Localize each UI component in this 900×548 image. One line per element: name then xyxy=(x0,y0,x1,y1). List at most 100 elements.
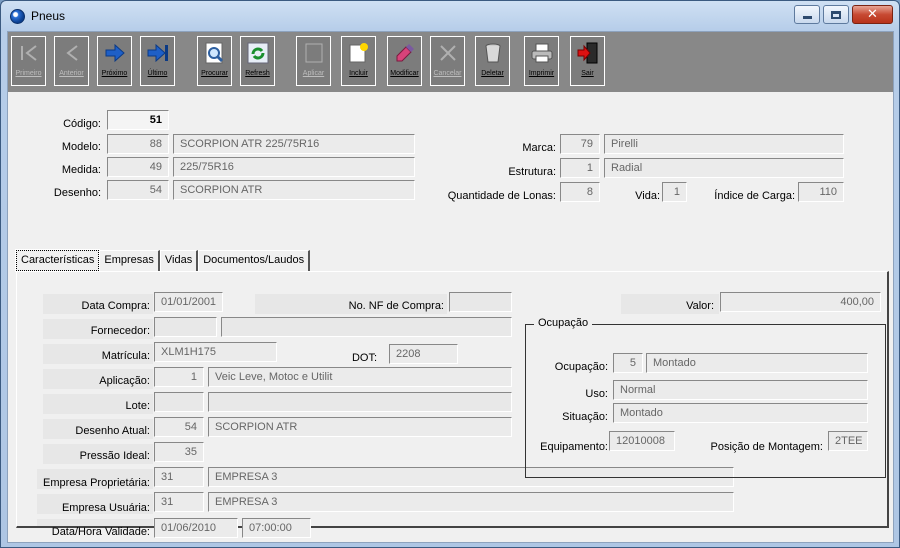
toolbar-button-incluir[interactable]: Incluir xyxy=(341,36,376,86)
uso-label: Uso: xyxy=(585,388,608,400)
toolbar-button-refresh[interactable]: Refresh xyxy=(240,36,275,86)
toolbar-button-sair[interactable]: Sair xyxy=(570,36,605,86)
toolbar-button-primeiro[interactable]: Primeiro xyxy=(11,36,46,86)
close-icon: ✕ xyxy=(867,7,878,22)
data-compra-field[interactable]: 01/01/2001 xyxy=(154,292,223,312)
marca-code-field[interactable]: 79 xyxy=(560,134,600,154)
marca-label: Marca: xyxy=(522,142,556,154)
equipamento-field[interactable]: 12010008 xyxy=(609,431,675,451)
uso-field[interactable]: Normal xyxy=(613,380,868,400)
lote-name-field[interactable] xyxy=(208,392,512,412)
toolbar-button-imprimir[interactable]: Imprimir xyxy=(524,36,559,86)
dot-label: DOT: xyxy=(351,352,377,364)
toolbar-label: Modificar xyxy=(390,70,419,77)
vida-field[interactable]: 1 xyxy=(662,182,687,202)
toolbar-button-procurar[interactable]: Procurar xyxy=(197,36,232,86)
valor-label: Valor: xyxy=(686,300,714,312)
maximize-button[interactable] xyxy=(823,5,849,24)
toolbar-label: Imprimir xyxy=(528,70,555,77)
toolbar-button-ultimo[interactable]: Último xyxy=(140,36,175,86)
toolbar-button-cancelar[interactable]: Cancelar xyxy=(430,36,465,86)
desenho-atual-label: Desenho Atual: xyxy=(75,425,150,437)
toolbar: Primeiro Anterior Próximo Último Procura… xyxy=(8,32,893,92)
toolbar-button-proximo[interactable]: Próximo xyxy=(97,36,132,86)
desenho-name-field[interactable]: SCORPION ATR xyxy=(173,180,415,200)
form-panel: Código: 51 Modelo: 88 SCORPION ATR 225/7… xyxy=(11,100,890,538)
trash-icon xyxy=(482,42,504,64)
toolbar-label: Procurar xyxy=(201,70,228,77)
aplicacao-name-field[interactable]: Veic Leve, Motoc e Utilit xyxy=(208,367,512,387)
close-button[interactable]: ✕ xyxy=(852,5,893,24)
empresa-usuaria-code-field[interactable]: 31 xyxy=(154,492,204,512)
posicao-montagem-field[interactable]: 2TEE xyxy=(828,431,868,451)
medida-code-field[interactable]: 49 xyxy=(107,157,169,177)
empresa-proprietaria-code-field[interactable]: 31 xyxy=(154,467,204,487)
posicao-montagem-label: Posição de Montagem: xyxy=(710,441,823,453)
ocupacao-name-field[interactable]: Montado xyxy=(646,353,868,373)
aplicacao-code-field[interactable]: 1 xyxy=(154,367,204,387)
printer-icon xyxy=(531,42,553,64)
app-icon xyxy=(10,9,25,24)
minimize-button[interactable] xyxy=(794,5,820,24)
refresh-icon xyxy=(247,42,269,64)
client-area: Primeiro Anterior Próximo Último Procura… xyxy=(7,31,894,543)
toolbar-button-deletar[interactable]: Deletar xyxy=(475,36,510,86)
marca-name-field[interactable]: Pirelli xyxy=(604,134,844,154)
next-record-icon xyxy=(104,42,126,64)
quantidade-lonas-field[interactable]: 8 xyxy=(560,182,600,202)
exit-icon xyxy=(577,42,599,64)
desenho-atual-code-field[interactable]: 54 xyxy=(154,417,204,437)
medida-label: Medida: xyxy=(61,164,101,176)
codigo-label: Código: xyxy=(63,118,101,130)
vida-label: Vida: xyxy=(635,190,660,202)
modelo-code-field[interactable]: 88 xyxy=(107,134,169,154)
estrutura-label: Estrutura: xyxy=(508,166,556,178)
dot-field[interactable]: 2208 xyxy=(389,344,458,364)
tab-vidas[interactable]: Vidas xyxy=(159,250,199,271)
tab-documentos-laudos[interactable]: Documentos/Laudos xyxy=(198,250,311,271)
window-title: Pneus xyxy=(31,9,66,23)
lote-code-field[interactable] xyxy=(154,392,204,412)
pneus-window: Pneus ✕ Primeiro Anterior Próximo Último xyxy=(0,0,900,548)
fornecedor-name-field[interactable] xyxy=(221,317,512,337)
situacao-field[interactable]: Montado xyxy=(613,403,868,423)
title-bar[interactable]: Pneus ✕ xyxy=(1,1,899,31)
equipamento-label: Equipamento: xyxy=(540,441,608,453)
valor-field[interactable]: 400,00 xyxy=(720,292,881,312)
codigo-field[interactable]: 51 xyxy=(107,110,169,130)
estrutura-code-field[interactable]: 1 xyxy=(560,158,600,178)
situacao-label: Situação: xyxy=(562,411,608,423)
toolbar-button-modificar[interactable]: Modificar xyxy=(387,36,422,86)
desenho-atual-name-field[interactable]: SCORPION ATR xyxy=(208,417,512,437)
toolbar-label: Cancelar xyxy=(433,70,462,77)
toolbar-button-aplicar[interactable]: Aplicar xyxy=(296,36,331,86)
validade-date-field[interactable]: 01/06/2010 xyxy=(154,518,238,538)
ocupacao-group-title: Ocupação xyxy=(534,317,593,329)
ocupacao-label: Ocupação: xyxy=(554,361,608,373)
edit-icon xyxy=(394,42,416,64)
indice-carga-label: Índice de Carga: xyxy=(714,190,795,202)
validade-label: Data/Hora Validade: xyxy=(51,526,150,538)
matricula-field[interactable]: XLM1H175 xyxy=(154,342,277,362)
modelo-name-field[interactable]: SCORPION ATR 225/75R16 xyxy=(173,134,415,154)
toolbar-label: Anterior xyxy=(59,70,84,77)
pressao-ideal-field[interactable]: 35 xyxy=(154,442,204,462)
estrutura-name-field[interactable]: Radial xyxy=(604,158,844,178)
tab-empresas[interactable]: Empresas xyxy=(99,250,160,271)
apply-icon xyxy=(303,42,325,64)
empresa-usuaria-name-field[interactable]: EMPRESA 3 xyxy=(208,492,734,512)
indice-carga-field[interactable]: 110 xyxy=(798,182,844,202)
validade-time-field[interactable]: 07:00:00 xyxy=(242,518,311,538)
toolbar-button-anterior[interactable]: Anterior xyxy=(54,36,89,86)
desenho-label: Desenho: xyxy=(53,187,101,199)
last-record-icon xyxy=(147,42,169,64)
search-icon xyxy=(204,42,226,64)
lote-label: Lote: xyxy=(125,400,150,412)
desenho-code-field[interactable]: 54 xyxy=(107,180,169,200)
nf-compra-field[interactable] xyxy=(449,292,512,312)
fornecedor-code-field[interactable] xyxy=(154,317,217,337)
minimize-icon xyxy=(802,16,812,19)
ocupacao-code-field[interactable]: 5 xyxy=(613,353,643,373)
tab-caracteristicas[interactable]: Características xyxy=(14,249,101,272)
medida-name-field[interactable]: 225/75R16 xyxy=(173,157,415,177)
